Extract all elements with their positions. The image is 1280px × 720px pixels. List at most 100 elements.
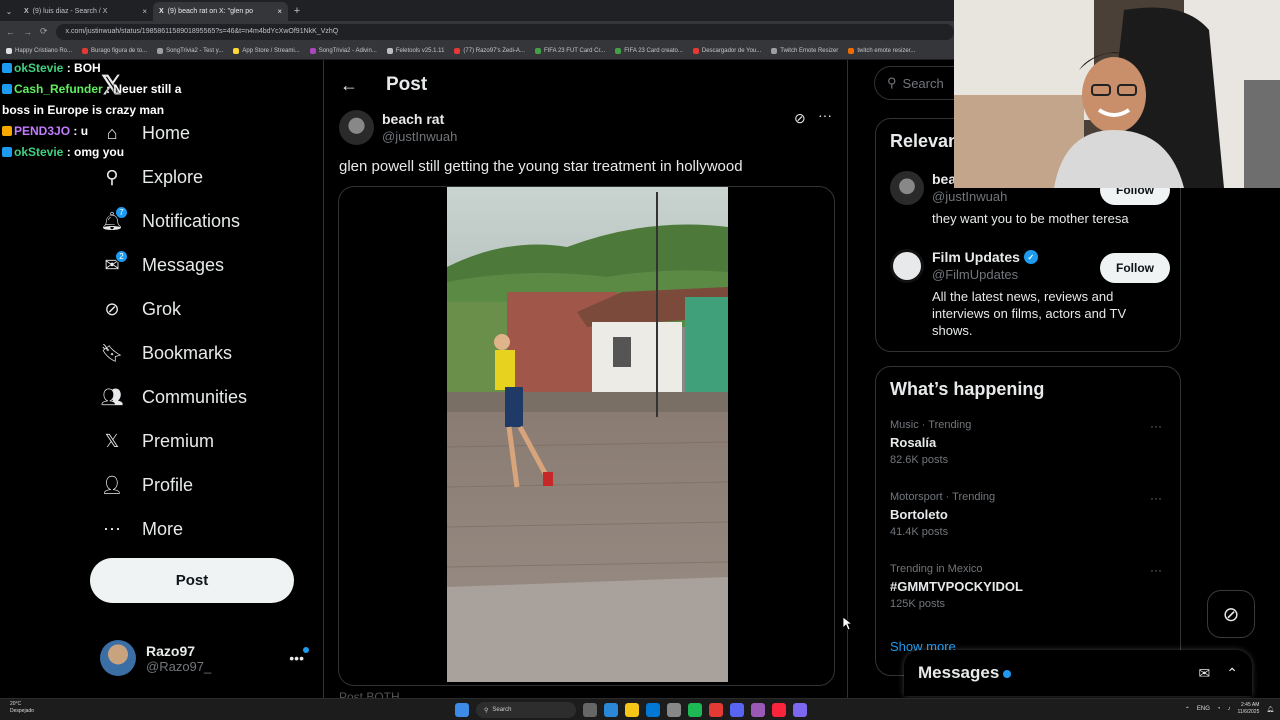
new-tab-button[interactable]: + [288, 2, 306, 21]
sidebar-item-messages[interactable]: ✉ 2 Messages [100, 250, 224, 280]
post-button[interactable]: Post [90, 558, 294, 603]
more-dots-icon[interactable]: ··· [1150, 419, 1162, 433]
tab-menu-button[interactable]: ⌄ [0, 2, 18, 21]
taskbar-app-icon[interactable] [646, 703, 660, 717]
chat-username: PEND3JO [14, 124, 71, 138]
post-media[interactable] [338, 186, 835, 686]
stream-chat-overlay: okStevie : BOH Cash_Refunder : Neuer stil… [2, 58, 212, 163]
taskbar-app-icon[interactable] [625, 703, 639, 717]
tray-chevron-icon[interactable]: ⌃ [1185, 706, 1190, 713]
bookmark-item[interactable]: Descargador de You... [692, 47, 761, 54]
grok-fab-icon[interactable]: ⊘ [1207, 590, 1255, 638]
back-arrow-icon[interactable]: ← [6, 27, 15, 37]
taskbar-app-icon[interactable] [709, 703, 723, 717]
more-dots-icon[interactable]: ··· [1150, 563, 1162, 577]
taskbar-app-icon[interactable] [793, 703, 807, 717]
avatar[interactable] [890, 249, 924, 283]
sidebar-item-communities[interactable]: 👥︎ Communities [100, 382, 247, 412]
x-tab-icon: X [159, 8, 164, 15]
browser-tab[interactable]: X (9) luis diaz - Search / X × [18, 2, 153, 21]
x-tab-icon: X [24, 8, 29, 15]
taskbar-app-icon[interactable] [730, 703, 744, 717]
bookmark-item[interactable]: App Store / Streami... [233, 47, 300, 54]
avatar[interactable] [890, 171, 924, 205]
search-icon: ⚲ [105, 166, 119, 187]
clock[interactable]: 2:45 AM 11/6/2025 [1238, 702, 1260, 716]
page-title: Post [386, 74, 428, 95]
url-field[interactable]: x.com/justinwuah/status/1985861158901895… [55, 23, 954, 40]
weather-desc: Despejado [10, 708, 34, 714]
forward-arrow-icon[interactable]: → [23, 27, 32, 37]
taskbar-app-icon[interactable] [688, 703, 702, 717]
bookmark-item[interactable]: FIFA 23 Card creato... [615, 47, 683, 54]
more-dots-icon[interactable]: ··· [1150, 491, 1162, 505]
taskbar-app-icon[interactable] [751, 703, 765, 717]
compose-message-icon[interactable]: ✉ [1199, 665, 1211, 682]
account-switcher[interactable]: Razo97 @Razo97_ ••• [100, 638, 312, 678]
grok-icon[interactable]: ⊘ [794, 110, 806, 127]
sidebar-item-notifications[interactable]: 🔔︎ 7 Notifications [100, 206, 240, 236]
bookmark-item[interactable]: twitch emote resizer... [848, 47, 915, 54]
person-row[interactable]: Film Updates ✓ @FilmUpdates All the late… [890, 249, 1170, 339]
language-indicator[interactable]: ENG [1197, 706, 1210, 712]
author-handle[interactable]: @justInwuah [382, 129, 457, 144]
bookmark-item[interactable]: Feletools v25.1.11 [386, 47, 444, 54]
taskbar-app-icon[interactable] [667, 703, 681, 717]
bookmark-item[interactable]: SongTrivia2 - Test y... [157, 47, 223, 54]
sidebar-item-grok[interactable]: ⊘ Grok [100, 294, 181, 324]
notifications-bell-icon[interactable]: 🔔︎ [1266, 706, 1274, 713]
trend-item[interactable]: Music · Trending Rosalía 82.6K posts ··· [890, 419, 1170, 466]
sidebar-item-premium[interactable]: 𝕏 Premium [100, 426, 214, 456]
video-player[interactable] [447, 187, 728, 682]
post-column: ← Post beach rat @justInwuah ⊘ ··· glen … [323, 60, 848, 704]
sidebar-item-label: Grok [142, 298, 182, 319]
bookmark-label: SongTrivia2 - Adivin... [318, 47, 377, 54]
taskbar-app-icon[interactable] [772, 703, 786, 717]
more-dots-icon[interactable]: ••• [289, 650, 304, 666]
bookmark-item[interactable]: (77) Razo97's Zedi-A... [454, 47, 525, 54]
reload-icon[interactable]: ⟳ [40, 26, 48, 37]
sidebar-item-bookmarks[interactable]: 🔖︎ Bookmarks [100, 338, 232, 368]
start-icon[interactable] [455, 703, 469, 717]
author-name[interactable]: beach rat [382, 111, 457, 127]
bookmark-item[interactable]: Twitch Emote Resizer [771, 47, 838, 54]
taskbar-app-icon[interactable] [604, 703, 618, 717]
chat-username: okStevie [14, 61, 64, 75]
sidebar-item-label: Profile [142, 474, 194, 495]
bookmark-favicon-icon [6, 47, 12, 54]
person-name[interactable]: Film Updates [932, 249, 1020, 265]
bookmark-favicon-icon [615, 47, 622, 54]
sidebar-item-profile[interactable]: 👤︎ Profile [100, 470, 193, 500]
communities-icon: 👥︎ [100, 386, 124, 407]
browser-tab-active[interactable]: X (9) beach rat on X: "glen po × [153, 2, 288, 21]
bookmark-favicon-icon [82, 47, 89, 54]
tab-close-icon[interactable]: × [277, 7, 282, 16]
wifi-icon[interactable]: ◔ [1217, 706, 1221, 712]
unread-dot [1003, 670, 1012, 678]
more-dots-icon[interactable]: ··· [818, 107, 832, 123]
back-arrow-icon[interactable]: ← [340, 75, 358, 96]
bookmark-favicon-icon [233, 47, 240, 54]
author-avatar[interactable] [339, 110, 374, 145]
chat-username: Cash_Refunder [14, 82, 103, 96]
expand-chevron-icon[interactable]: ⌃ [1226, 665, 1238, 682]
weather-widget[interactable]: 20°C Despejado [10, 701, 34, 715]
bookmark-item[interactable]: FIFA 23 FUT Card Cr... [534, 47, 605, 54]
trend-item[interactable]: Motorsport · Trending Bortoleto 41.4K post… [890, 491, 1170, 538]
bookmark-favicon-icon [848, 47, 855, 54]
trend-item[interactable]: Trending in Mexico #GMMTVPOCKYIDOL 125K po… [890, 563, 1170, 610]
post-author[interactable]: beach rat @justInwuah [339, 110, 457, 145]
taskbar-app-icon[interactable] [583, 703, 597, 717]
sidebar-item-more[interactable]: ⋯ More [100, 514, 183, 544]
tab-close-icon[interactable]: × [142, 7, 147, 16]
bookmark-item[interactable]: Happy Cristiano Ro... [6, 47, 72, 54]
bookmark-favicon-icon [309, 47, 316, 54]
volume-icon[interactable]: ♪ [1228, 706, 1231, 712]
messages-drawer[interactable]: Messages ✉ ⌃ [904, 650, 1252, 696]
taskbar-search[interactable]: ⚲ Search [476, 702, 576, 718]
chat-username: okStevie [14, 145, 64, 159]
follow-button[interactable]: Follow [1100, 253, 1170, 283]
bookmark-item[interactable]: SongTrivia2 - Adivin... [309, 47, 377, 54]
sidebar-item-explore[interactable]: ⚲ Explore [100, 162, 203, 192]
bookmark-item[interactable]: Burago figura de to... [82, 47, 147, 54]
